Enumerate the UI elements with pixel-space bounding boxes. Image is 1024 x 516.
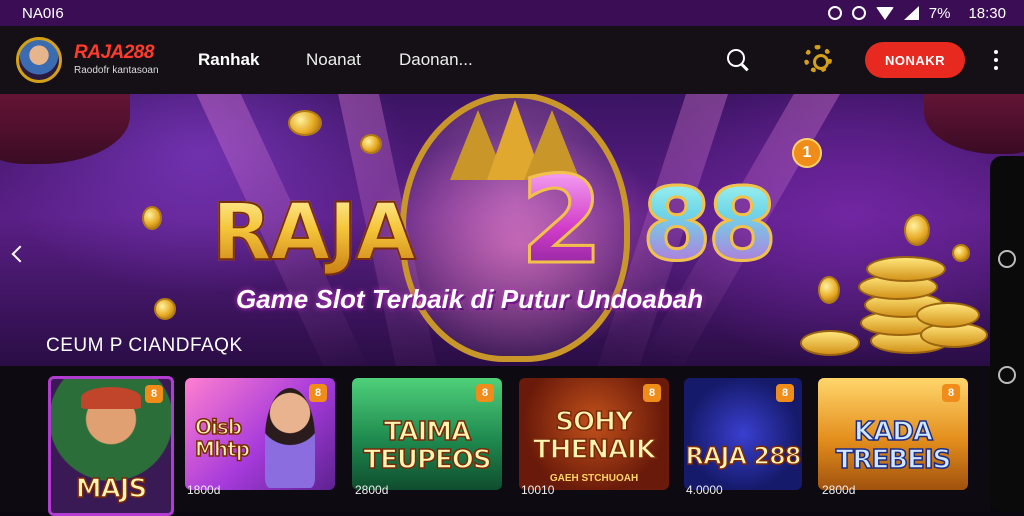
coin-icon — [818, 276, 840, 304]
hero-banner[interactable]: RAJA 2 88 1 Game Slot Terbaik di Putur U… — [0, 94, 1024, 366]
game-count: 2800d — [822, 483, 856, 497]
search-icon[interactable] — [727, 49, 745, 67]
game-card[interactable]: 8 KADA TREBEIS — [818, 378, 968, 490]
coin-icon — [154, 298, 176, 320]
game-title: RAJA 288 — [685, 441, 802, 471]
status-icons: 7% 18:30 — [827, 4, 1006, 22]
radio-icon[interactable] — [998, 366, 1016, 384]
coin-icon — [904, 214, 930, 246]
brand-tagline: Raodofr kantasoan — [74, 65, 159, 76]
hero-subtitle: Game Slot Terbaik di Putur Undoabah — [236, 284, 704, 314]
brand-name: RAJA288 — [74, 42, 154, 63]
game-title: KADA TREBEIS — [835, 417, 952, 475]
battery-text: 7% — [928, 4, 951, 22]
game-title: SOHY THENAIK — [532, 407, 656, 465]
game-title: TAIMA TEUPEOS — [363, 417, 493, 475]
cta-button[interactable]: NONAKR — [865, 42, 965, 78]
alarm-icon — [827, 6, 842, 20]
hero-title-raja: RAJA — [211, 187, 417, 279]
curtain-decoration — [0, 94, 130, 164]
avatar[interactable] — [16, 37, 62, 83]
game-card[interactable]: 8 SOHY THENAIK GAEH STCHUOAH — [519, 378, 669, 490]
game-title: MAJS — [75, 474, 148, 504]
game-count: 4.0000 — [686, 483, 723, 497]
game-card[interactable]: 8 Oisb Mhtp — [185, 378, 335, 490]
coin-stack — [800, 244, 990, 356]
hero-title-2: 2 — [519, 151, 605, 293]
game-count: 1800d — [187, 483, 221, 497]
game-tag: 8 — [309, 384, 327, 402]
status-bar: NA0I6 7% 18:30 — [0, 0, 1024, 26]
wifi-icon — [875, 6, 894, 20]
status-time: 18:30 — [968, 4, 1006, 22]
hero-badge: 1 — [792, 138, 822, 168]
signal-icon — [903, 6, 919, 20]
nav-link-3[interactable]: Daonan... — [399, 50, 473, 70]
games-strip: 8 MAJS 8 Oisb Mhtp 1800d 8 TAIMA TEUPEOS… — [0, 366, 990, 516]
game-card[interactable]: 8 MAJS — [48, 376, 174, 516]
game-count: 10010 — [521, 483, 555, 497]
game-tag: 8 — [776, 384, 794, 402]
status-left-text: NA0I6 — [22, 4, 64, 22]
hero-title-88: 88 — [640, 165, 778, 285]
game-title: Oisb Mhtp — [194, 415, 251, 461]
side-panel — [990, 156, 1024, 512]
game-tag: 8 — [643, 384, 661, 402]
more-menu-icon[interactable] — [992, 50, 1000, 70]
top-nav: RAJA288 Raodofr kantasoan Ranhak Noanat … — [0, 26, 1024, 94]
coin-icon — [360, 134, 382, 154]
game-card[interactable]: 8 TAIMA TEUPEOS — [352, 378, 502, 490]
radio-icon[interactable] — [998, 250, 1016, 268]
gear-icon[interactable] — [804, 45, 832, 73]
game-tag: 8 — [942, 384, 960, 402]
nav-link-2[interactable]: Noanat — [306, 50, 361, 70]
carousel-prev-icon[interactable] — [11, 245, 29, 263]
game-card[interactable]: 8 RAJA 288 — [684, 378, 802, 490]
game-tag: 8 — [145, 385, 163, 403]
brand-logo[interactable]: RAJA288 Raodofr kantasoan — [74, 42, 159, 76]
nav-link-1[interactable]: Ranhak — [198, 50, 259, 70]
clock-icon — [851, 6, 866, 20]
section-label: CEUM P CIANDFAQK — [46, 335, 243, 356]
coin-icon — [142, 206, 162, 230]
coin-icon — [288, 110, 322, 136]
curtain-decoration-right — [924, 94, 1024, 154]
game-count: 2800d — [355, 483, 389, 497]
game-tag: 8 — [476, 384, 494, 402]
